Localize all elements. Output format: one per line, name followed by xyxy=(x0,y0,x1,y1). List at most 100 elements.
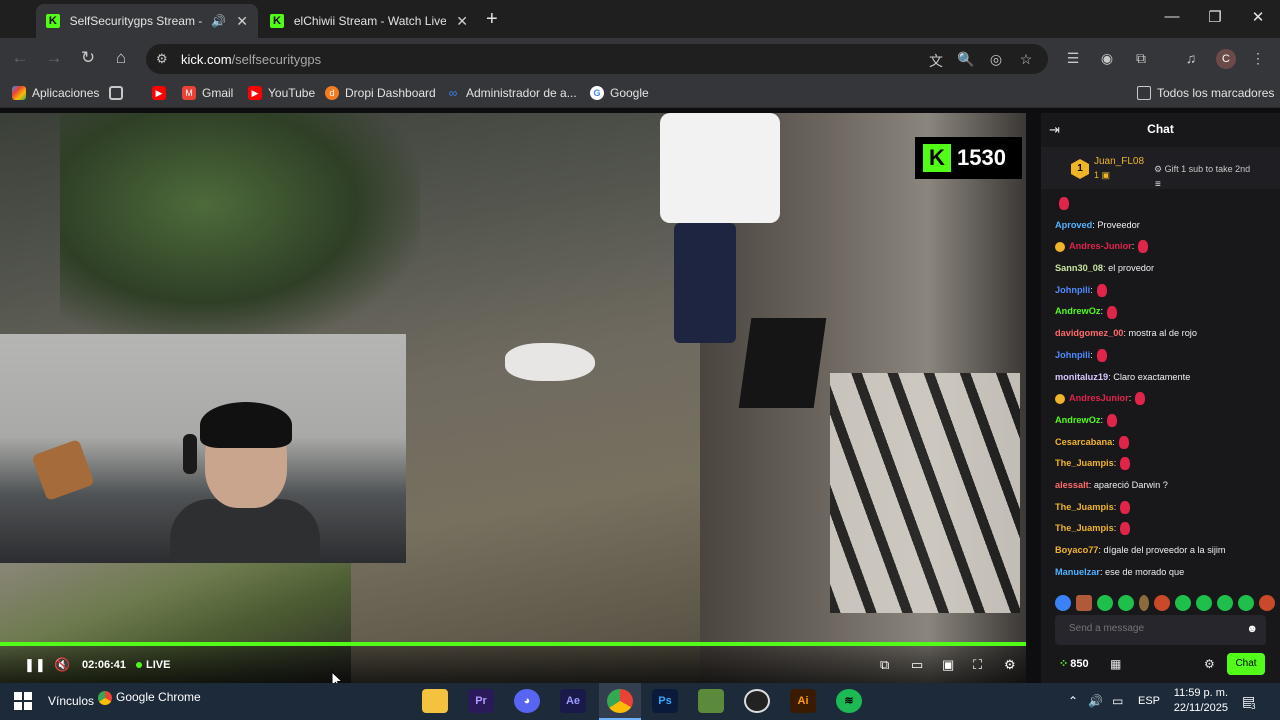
chat-username[interactable]: The_Juampis xyxy=(1055,523,1114,533)
chat-username[interactable]: The_Juampis xyxy=(1055,458,1114,468)
chat-username[interactable]: The_Juampis xyxy=(1055,502,1114,512)
site-info-icon[interactable]: ⚙ xyxy=(156,51,168,67)
chat-username[interactable]: alessalt xyxy=(1055,480,1089,490)
new-tab-icon[interactable]: + xyxy=(486,8,498,31)
bookmark-aplicaciones[interactable]: Aplicaciones xyxy=(12,86,99,100)
tab-selfsecuritygps[interactable]: K SelfSecuritygps Stream - Watch 🔊 ✕ xyxy=(36,4,258,38)
windows-start-icon[interactable] xyxy=(14,692,32,710)
close-window-icon[interactable]: ✕ xyxy=(1248,8,1268,26)
clip-icon[interactable]: ▭ xyxy=(911,657,923,673)
emote-icon[interactable] xyxy=(1154,595,1170,611)
pause-icon[interactable]: ❚❚ xyxy=(24,657,46,673)
address-bar[interactable]: ⚙ kick.com/selfsecuritygps 文 🔍 ◎ ☆ xyxy=(146,44,1048,74)
settings-gear-icon[interactable]: ⚙ xyxy=(1004,657,1016,673)
emote-icon[interactable] xyxy=(1118,595,1134,611)
video-player[interactable]: K 1530 ❚❚ 🔇 02:06:41 LIVE ⧉ ▭ ▣ ⛶ ⚙ xyxy=(0,113,1026,683)
bookmark-youtube[interactable]: ▶ YouTube xyxy=(248,86,315,100)
emote-icon[interactable] xyxy=(1139,595,1149,611)
mute-icon[interactable]: 🔇 xyxy=(54,657,70,673)
bookmark-dropi[interactable]: d Dropi Dashboard xyxy=(325,86,436,100)
chat-username[interactable]: davidgomez_00 xyxy=(1055,328,1123,338)
tray-overflow-icon[interactable]: ⌃ xyxy=(1068,694,1078,708)
chat-username[interactable]: Johnpili xyxy=(1055,350,1090,360)
chat-username[interactable]: Cesarcabana xyxy=(1055,437,1112,447)
close-icon[interactable]: ✕ xyxy=(236,13,248,30)
back-icon[interactable]: ← xyxy=(9,48,31,68)
bookmark-google[interactable]: G Google xyxy=(590,86,649,100)
chat-username[interactable]: Boyaco77 xyxy=(1055,545,1098,555)
illustrator-icon[interactable]: Ai xyxy=(790,689,816,713)
home-icon[interactable]: ⌂ xyxy=(110,48,132,68)
premiere-icon[interactable]: Pr xyxy=(468,689,494,713)
emote-icon[interactable] xyxy=(1055,595,1071,611)
pinned-gifter[interactable]: 1 Juan_FL08 1 ▣ ⚙ Gift 1 sub to take 2nd… xyxy=(1041,147,1280,190)
reading-list-icon[interactable]: ☰ xyxy=(1063,50,1083,67)
star-icon[interactable]: ☆ xyxy=(1016,51,1036,68)
language-indicator[interactable]: ESP xyxy=(1138,695,1160,707)
maximize-icon[interactable]: ❐ xyxy=(1205,8,1225,26)
chat-message-input[interactable] xyxy=(1069,623,1239,634)
chat-username[interactable]: AndrewOz xyxy=(1055,306,1100,316)
speaker-icon[interactable]: 🔊 xyxy=(211,14,226,28)
bookmark-grid[interactable] xyxy=(109,86,129,100)
photoshop-icon[interactable]: Ps xyxy=(652,689,678,713)
emote-icon[interactable] xyxy=(1238,595,1254,611)
chrome-taskbar-item[interactable]: Google Chrome xyxy=(98,690,201,705)
tab-elchiwii[interactable]: K elChiwii Stream - Watch Live on ✕ xyxy=(260,4,478,38)
zoom-icon[interactable]: 🔍 xyxy=(956,51,976,68)
close-icon[interactable]: ✕ xyxy=(456,13,468,30)
links-toolbar-label[interactable]: Vínculos xyxy=(48,694,94,708)
chrome-icon[interactable] xyxy=(607,689,633,713)
channel-points[interactable]: ⁘ 850 xyxy=(1059,657,1089,670)
chat-username[interactable]: monitaluz19 xyxy=(1055,372,1108,382)
file-explorer-icon[interactable] xyxy=(422,689,448,713)
chat-username[interactable]: Johnpili xyxy=(1055,285,1090,295)
fullscreen-icon[interactable]: ⛶ xyxy=(973,657,982,673)
gift-icon[interactable]: ▦ xyxy=(1110,657,1121,671)
system-clock[interactable]: 11:59 p. m. 22/11/2025 xyxy=(1170,686,1228,716)
send-chat-button[interactable]: Chat xyxy=(1227,653,1265,675)
pinned-username[interactable]: Juan_FL08 xyxy=(1094,156,1144,167)
chat-username[interactable]: Aproved xyxy=(1055,220,1092,230)
gift-sub-link[interactable]: ⚙ Gift 1 sub to take 2nd xyxy=(1154,164,1250,175)
bookmark-youtube-short[interactable]: ▶ xyxy=(152,86,172,100)
discord-icon[interactable]: ◕ xyxy=(514,689,540,713)
translate-icon[interactable]: 文 xyxy=(926,51,946,71)
eye-slash-icon[interactable]: ◎ xyxy=(986,51,1006,68)
chat-input-box[interactable]: ☻ xyxy=(1055,615,1266,645)
url-text[interactable]: kick.com/selfsecuritygps xyxy=(181,52,321,67)
expand-pinned-icon[interactable]: ≡ xyxy=(1155,179,1161,190)
bookmark-gmail[interactable]: M Gmail xyxy=(182,86,233,100)
after-effects-icon[interactable]: Ae xyxy=(560,689,586,713)
volume-icon[interactable]: 🔊 xyxy=(1088,694,1103,708)
chat-username[interactable]: Manuelzar xyxy=(1055,567,1100,577)
menu-kebab-icon[interactable]: ⋮ xyxy=(1248,50,1268,67)
emoji-picker-icon[interactable]: ☻ xyxy=(1246,623,1258,635)
obs-icon[interactable] xyxy=(744,689,770,713)
media-control-icon[interactable]: ♫ xyxy=(1181,50,1201,66)
emote-icon[interactable] xyxy=(1196,595,1212,611)
live-indicator[interactable]: LIVE xyxy=(136,659,170,671)
emote-icon[interactable] xyxy=(1217,595,1233,611)
emote-icon[interactable] xyxy=(1076,595,1092,611)
bookmark-administrador[interactable]: ∞ Administrador de a... xyxy=(446,86,577,100)
reload-icon[interactable]: ↻ xyxy=(77,48,99,68)
chat-username[interactable]: AndrewOz xyxy=(1055,415,1100,425)
spotify-icon[interactable]: ≋ xyxy=(836,689,862,713)
emote-icon[interactable] xyxy=(1259,595,1275,611)
theater-mode-icon[interactable]: ▣ xyxy=(942,657,954,673)
minimize-icon[interactable]: — xyxy=(1162,8,1182,25)
chat-settings-icon[interactable]: ⚙ xyxy=(1204,657,1215,671)
picture-in-picture-icon[interactable]: ⧉ xyxy=(880,657,889,673)
network-icon[interactable]: ▭ xyxy=(1112,694,1123,708)
chat-username[interactable]: Andres-Junior xyxy=(1069,241,1132,251)
chat-username[interactable]: AndresJunior xyxy=(1069,393,1129,403)
bookmark-all-folder[interactable]: Todos los marcadores xyxy=(1137,86,1274,100)
forward-icon[interactable]: → xyxy=(43,48,65,68)
profile-avatar[interactable]: C xyxy=(1216,49,1236,69)
extensions-puzzle-icon[interactable]: ⧉ xyxy=(1131,50,1151,67)
chat-username[interactable]: Sann30_08 xyxy=(1055,263,1103,273)
emote-icon[interactable] xyxy=(1175,595,1191,611)
emote-icon[interactable] xyxy=(1097,595,1113,611)
extension-circle-icon[interactable]: ◉ xyxy=(1097,50,1117,67)
